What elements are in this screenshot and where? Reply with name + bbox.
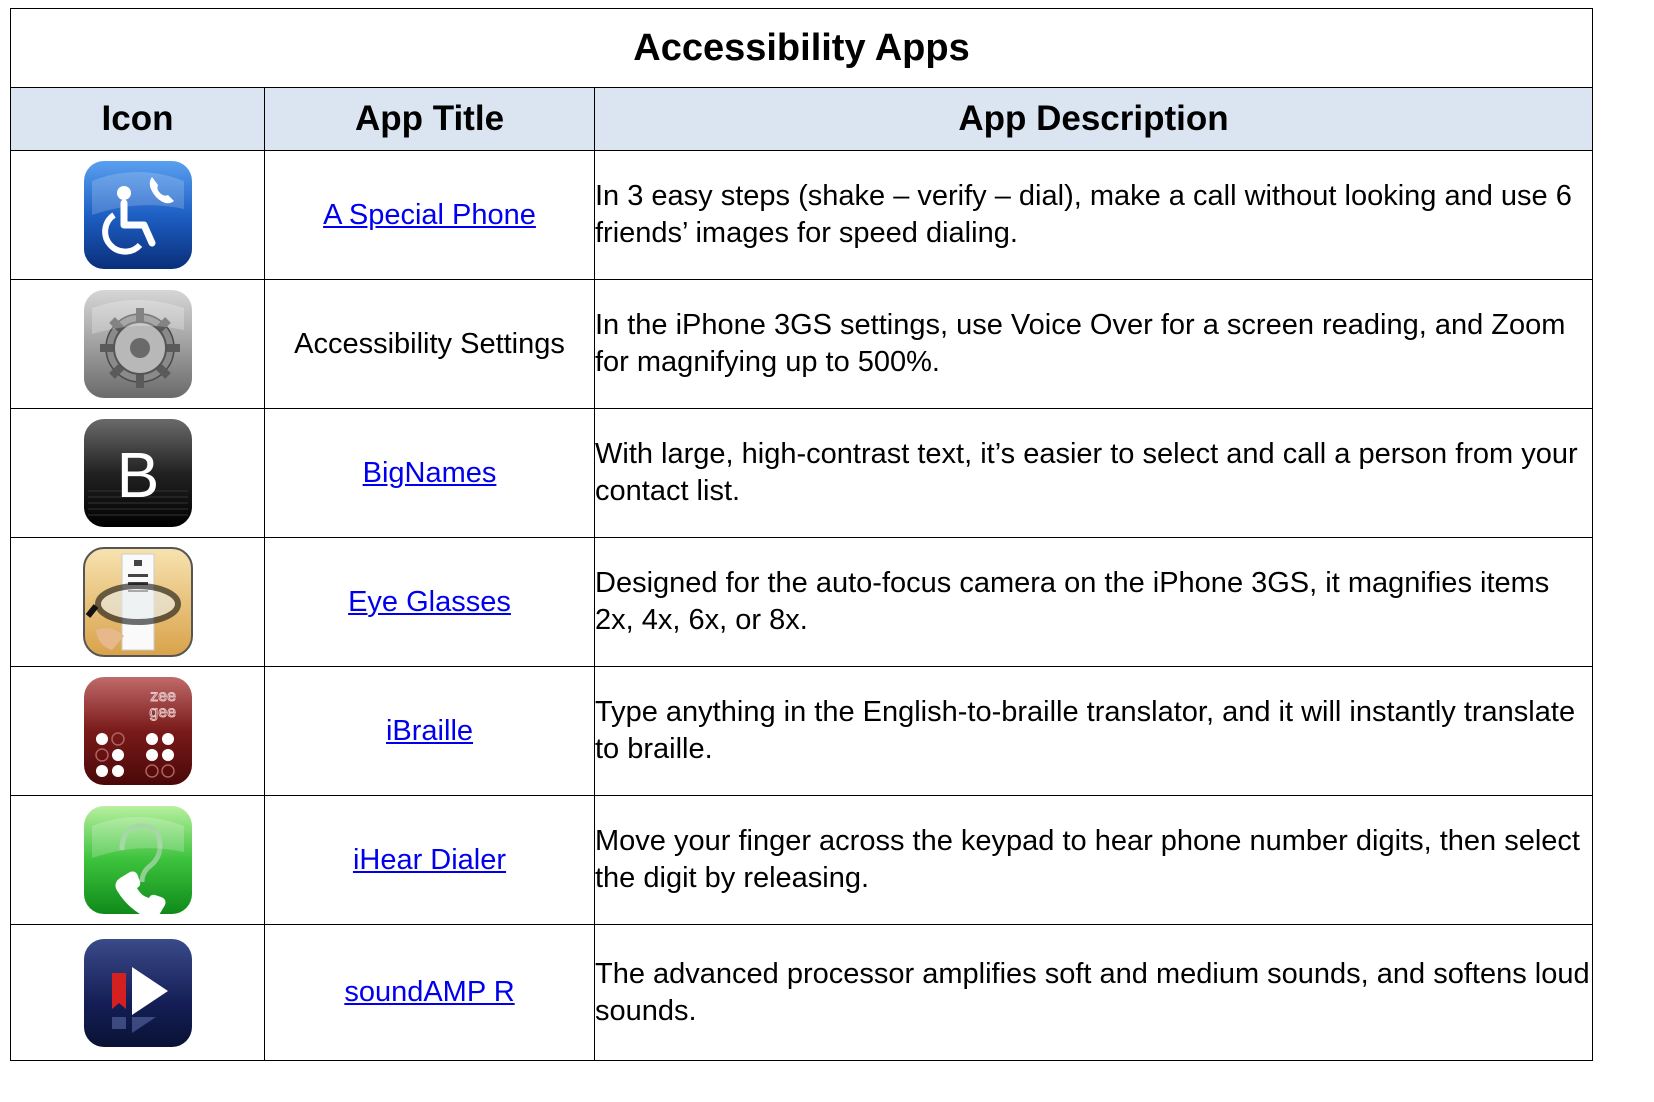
app-title-text: Accessibility Settings — [264, 279, 595, 409]
bignames-b-icon: B — [82, 417, 194, 529]
settings-gear-icon — [82, 288, 194, 400]
table-row: B BigNames With large, high-contrast tex… — [10, 408, 1593, 538]
app-link-eye-glasses[interactable]: Eye Glasses — [348, 586, 511, 618]
app-link-soundamp-r[interactable]: soundAMP R — [344, 976, 514, 1008]
svg-text:zee: zee — [150, 688, 176, 705]
svg-text:gee: gee — [149, 704, 176, 721]
table-row: iHear Dialer Move your finger across the… — [10, 795, 1593, 925]
soundamp-icon — [82, 937, 194, 1049]
app-description: Designed for the auto-focus camera on th… — [594, 537, 1593, 667]
app-link-ibraille[interactable]: iBraille — [386, 715, 473, 747]
table-row: A Special Phone In 3 easy steps (shake –… — [10, 150, 1593, 280]
special-phone-icon — [82, 159, 194, 271]
title-column-header: App Title — [264, 87, 595, 151]
app-description: In the iPhone 3GS settings, use Voice Ov… — [594, 279, 1593, 409]
ihear-dialer-icon — [82, 804, 194, 916]
app-description: The advanced processor amplifies soft an… — [594, 924, 1593, 1061]
icon-column-header: Icon — [10, 87, 265, 151]
table-row: zee gee iBraille Type anything in the En… — [10, 666, 1593, 796]
svg-text:B: B — [116, 439, 159, 511]
app-link-bignames[interactable]: BigNames — [363, 457, 497, 489]
app-link-ihear-dialer[interactable]: iHear Dialer — [353, 844, 506, 876]
table-row: Accessibility Settings In the iPhone 3GS… — [10, 279, 1593, 409]
app-link-a-special-phone[interactable]: A Special Phone — [323, 199, 536, 231]
table-row: soundAMP R The advanced processor amplif… — [10, 924, 1593, 1061]
accessibility-apps-table: Accessibility Apps Icon App Title App De… — [10, 8, 1593, 1061]
app-description: Type anything in the English-to-braille … — [594, 666, 1593, 796]
app-description: Move your finger across the keypad to he… — [594, 795, 1593, 925]
table-row: Eye Glasses Designed for the auto-focus … — [10, 537, 1593, 667]
eye-glasses-icon — [82, 546, 194, 658]
app-description: In 3 easy steps (shake – verify – dial),… — [594, 150, 1593, 280]
description-column-header: App Description — [594, 87, 1593, 151]
ibraille-icon: zee gee — [82, 675, 194, 787]
app-description: With large, high-contrast text, it’s eas… — [594, 408, 1593, 538]
table-title: Accessibility Apps — [10, 8, 1593, 88]
